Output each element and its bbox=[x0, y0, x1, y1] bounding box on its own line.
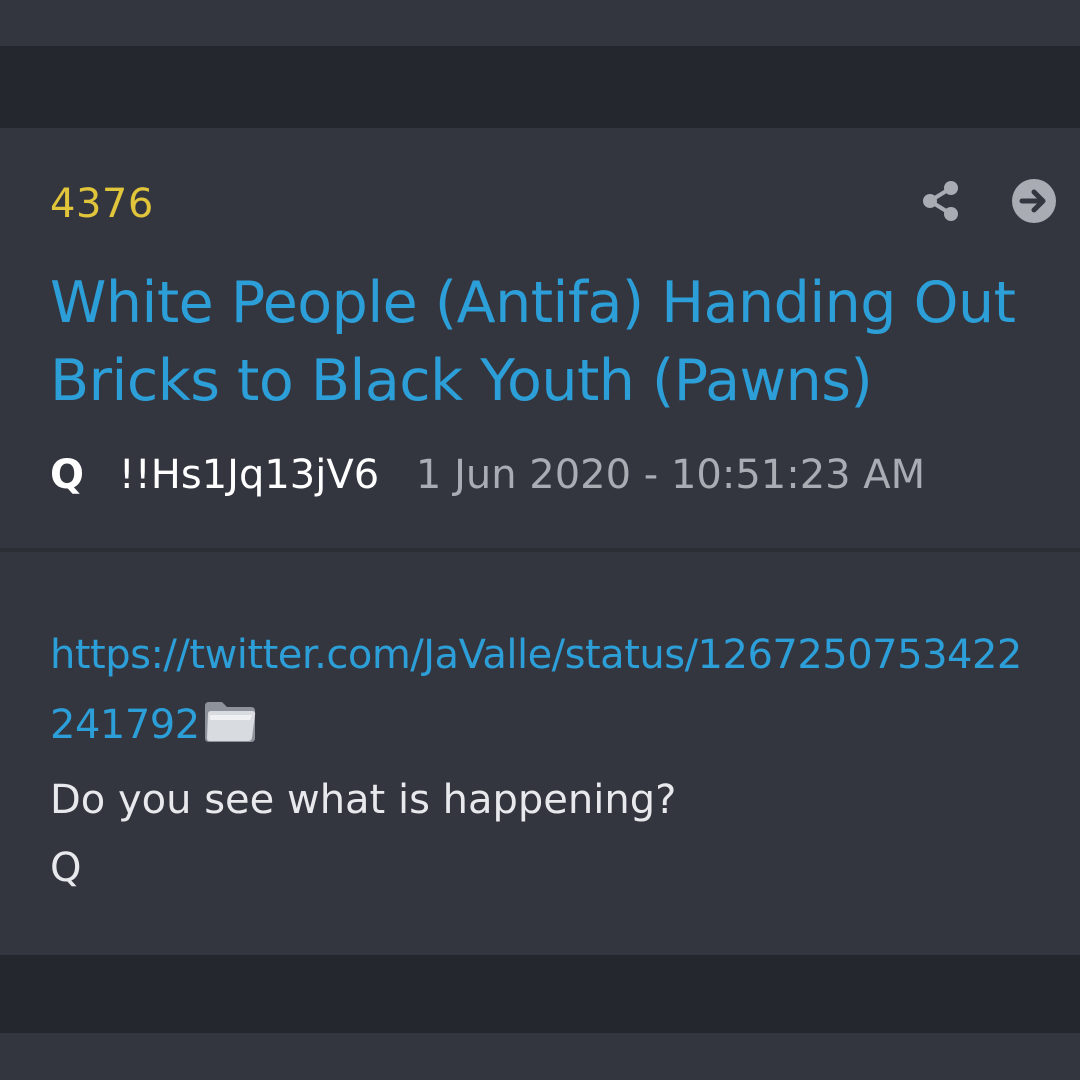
twitter-link[interactable]: https://twitter.com/JaValle/status/12672… bbox=[50, 620, 1040, 766]
previous-post-edge bbox=[0, 0, 1080, 46]
tripcode: !!Hs1Jq13jV6 bbox=[118, 452, 380, 498]
post-separator-bottom bbox=[0, 955, 1080, 1033]
post-number[interactable]: 4376 bbox=[50, 180, 154, 228]
header-divider bbox=[0, 548, 1080, 552]
post-title[interactable]: White People (Antifa) Handing Out Bricks… bbox=[50, 264, 1040, 420]
post-separator-top bbox=[0, 46, 1080, 128]
post-card: 4376 White People (Antifa) Handing Out B… bbox=[0, 128, 1080, 955]
open-post-button[interactable] bbox=[1010, 177, 1058, 225]
folder-icon[interactable] bbox=[202, 696, 258, 766]
link-text[interactable]: https://twitter.com/JaValle/status/12672… bbox=[50, 632, 1022, 748]
share-button[interactable] bbox=[917, 177, 965, 225]
body-line-2: Q bbox=[50, 845, 82, 891]
post-timestamp: 1 Jun 2020 - 10:51:23 AM bbox=[415, 452, 926, 498]
share-icon bbox=[923, 181, 958, 221]
arrow-right-circle-icon bbox=[1012, 179, 1056, 223]
next-post-edge bbox=[0, 1033, 1080, 1080]
post-header: 4376 White People (Antifa) Handing Out B… bbox=[0, 128, 1080, 548]
post-body: https://twitter.com/JaValle/status/12672… bbox=[50, 620, 1040, 902]
body-line-1: Do you see what is happening? bbox=[50, 777, 677, 823]
page: 4376 White People (Antifa) Handing Out B… bbox=[0, 0, 1080, 1080]
author-name: Q bbox=[50, 452, 85, 498]
post-meta: Q !!Hs1Jq13jV6 1 Jun 2020 - 10:51:23 AM bbox=[50, 450, 925, 500]
